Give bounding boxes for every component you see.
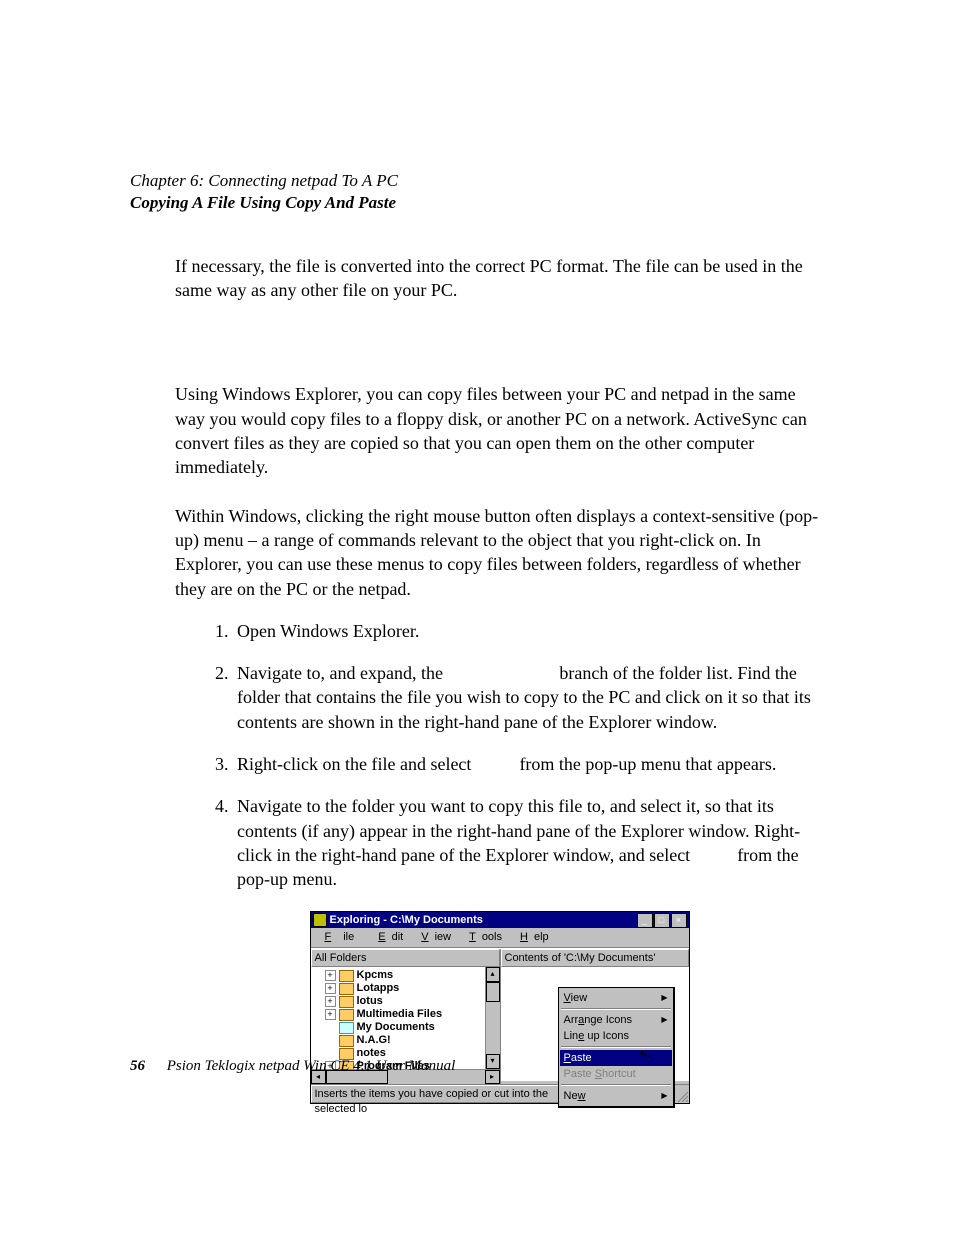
section-heading: 6.4.2 Copying A File Using Copy And Past… (175, 333, 824, 359)
page-header: Chapter 6: Connecting netpad To A PC Cop… (130, 170, 824, 214)
step-item: Open Windows Explorer. (233, 619, 824, 643)
menu-help[interactable]: Help (508, 929, 555, 946)
right-pane-header: Contents of 'C:\My Documents' (501, 949, 689, 967)
menubar: File Edit View Tools Help (311, 928, 689, 948)
vertical-scrollbar[interactable]: ▴▾ (485, 967, 500, 1069)
window-title: Exploring - C:\My Documents (330, 913, 636, 928)
resize-grip-icon[interactable] (674, 1085, 689, 1103)
folder-tree[interactable]: +Kpcms +Lotapps +lotus +Multimedia Files… (311, 967, 500, 1069)
menu-file[interactable]: File (313, 929, 367, 946)
menu-edit[interactable]: Edit (366, 929, 409, 946)
status-text: Inserts the items you have copied or cut… (311, 1085, 564, 1103)
ctx-new[interactable]: New▶ (560, 1088, 672, 1104)
steps-list: Open Windows Explorer. Navigate to, and … (175, 619, 824, 892)
ctx-paste[interactable]: Paste (560, 1050, 672, 1066)
step-item: Navigate to, and expand, the Mobile Devi… (233, 661, 824, 734)
right-pane-body[interactable]: View▶ Arrange Icons▶ Line up Icons Paste… (501, 967, 689, 1081)
ctx-line-up-icons[interactable]: Line up Icons (560, 1028, 672, 1044)
footer-text: Psion Teklogix netpad Win CE 4.1 User Ma… (167, 1058, 456, 1074)
ctx-view[interactable]: View▶ (560, 990, 672, 1006)
step-item: Right-click on the file and select Copy … (233, 752, 824, 776)
context-menu: View▶ Arrange Icons▶ Line up Icons Paste… (558, 987, 675, 1108)
explorer-icon (313, 913, 327, 927)
paragraph: Using Windows Explorer, you can copy fil… (175, 382, 824, 479)
screenshot-figure: Exploring - C:\My Documents _ □ × File E… (310, 911, 690, 1104)
maximize-button[interactable]: □ (654, 913, 670, 928)
minimize-button[interactable]: _ (637, 913, 653, 928)
paragraph: If necessary, the file is converted into… (175, 254, 824, 303)
chapter-line: Chapter 6: Connecting netpad To A PC (130, 170, 824, 192)
titlebar: Exploring - C:\My Documents _ □ × (311, 912, 689, 928)
ctx-arrange-icons[interactable]: Arrange Icons▶ (560, 1012, 672, 1028)
menu-view[interactable]: View (409, 929, 457, 946)
paragraph: Within Windows, clicking the right mouse… (175, 504, 824, 601)
section-line: Copying A File Using Copy And Paste (130, 192, 824, 214)
step-item: Navigate to the folder you want to copy … (233, 794, 824, 891)
ctx-paste-shortcut[interactable]: Paste Shortcut (560, 1066, 672, 1082)
left-pane-header: All Folders (311, 949, 500, 967)
explorer-window: Exploring - C:\My Documents _ □ × File E… (310, 911, 690, 1104)
page-footer: 56 Psion Teklogix netpad Win CE 4.1 User… (130, 1058, 455, 1075)
close-button[interactable]: × (671, 913, 687, 928)
right-pane: Contents of 'C:\My Documents' View▶ Arra… (501, 949, 689, 1084)
page-number: 56 (130, 1058, 145, 1074)
menu-tools[interactable]: Tools (457, 929, 508, 946)
